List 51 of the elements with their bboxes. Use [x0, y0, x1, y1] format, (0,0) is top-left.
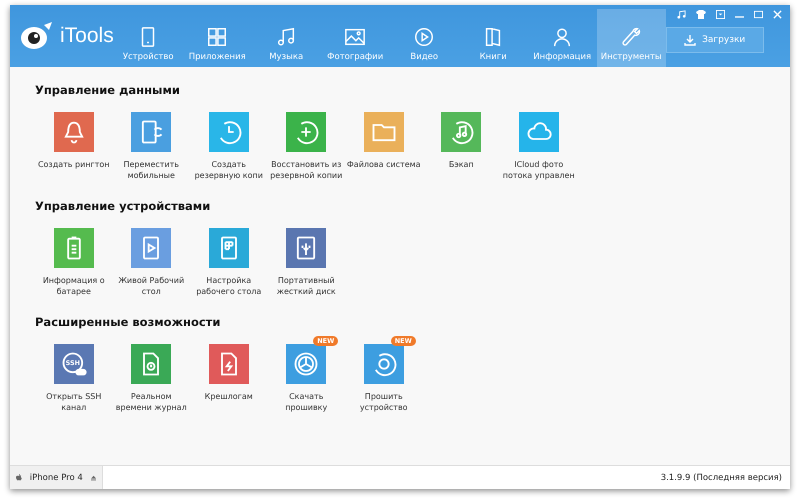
- tool-tile[interactable]: [364, 112, 404, 152]
- tool-tile[interactable]: [208, 228, 249, 268]
- tool-label[interactable]: Крешлогам: [190, 391, 267, 402]
- tool-tile[interactable]: [54, 228, 94, 268]
- tool-tile[interactable]: [131, 228, 172, 268]
- tool-tile[interactable]: [208, 112, 249, 152]
- section-title: Управление данными: [35, 83, 181, 97]
- tool-label[interactable]: Настройка рабочего стола: [190, 275, 267, 297]
- tool-tile[interactable]: [131, 112, 172, 152]
- maximize-icon[interactable]: [754, 10, 763, 18]
- tool-label[interactable]: Создать рингтон: [36, 159, 112, 170]
- tool-label[interactable]: Реальном времени журнал: [113, 391, 190, 413]
- image-icon: [344, 26, 366, 48]
- tool-tile[interactable]: [54, 112, 94, 152]
- tool-tile[interactable]: [441, 112, 482, 152]
- section-title: Управление устройствами: [35, 199, 212, 213]
- tool-tile[interactable]: [131, 344, 172, 384]
- tool-label[interactable]: Живой Рабочий стол: [113, 275, 190, 297]
- tool-tile[interactable]: [286, 112, 326, 152]
- app-name: iTools: [60, 24, 114, 48]
- logo-icon: [18, 21, 54, 51]
- tool-label[interactable]: Переместить мобильные: [113, 159, 190, 181]
- tool-label[interactable]: Портативный жесткий диск: [268, 275, 344, 297]
- device-name: iPhone Pro 4: [30, 472, 83, 482]
- apple-icon: [16, 472, 22, 483]
- tool-tile[interactable]: [286, 228, 326, 268]
- tool-label[interactable]: Прошить устройство: [346, 391, 422, 413]
- tool-tile[interactable]: [208, 344, 249, 384]
- tool-tile[interactable]: [286, 344, 326, 384]
- section-title: Расширенные возможности: [35, 315, 222, 329]
- tool-tile[interactable]: [518, 112, 559, 152]
- tool-label[interactable]: Файлова система: [346, 159, 422, 170]
- download-icon: [684, 34, 696, 46]
- wrench-icon: [620, 26, 642, 48]
- tool-label[interactable]: Бэкап: [423, 159, 500, 170]
- music-note-icon[interactable]: [676, 10, 686, 18]
- grid-icon: [206, 26, 228, 48]
- tool-tile[interactable]: [364, 344, 404, 384]
- dropdown-icon[interactable]: [716, 10, 725, 18]
- tool-label[interactable]: Восстановить из резервной копии: [268, 159, 344, 181]
- version-text: 3.1.9.9 (Последняя версия): [660, 472, 782, 482]
- tool-label[interactable]: ICloud фото потока управлен: [500, 159, 577, 181]
- tool-label[interactable]: Открыть SSH канал: [36, 391, 112, 413]
- tool-label[interactable]: Создать резервную копи: [190, 159, 267, 181]
- tool-label[interactable]: Информация о батарее: [36, 275, 112, 297]
- play-icon: [413, 26, 436, 48]
- eject-icon[interactable]: [90, 474, 96, 482]
- tool-label[interactable]: Скачать прошивку: [268, 391, 344, 413]
- gear-wheel-icon: [292, 350, 320, 378]
- close-icon[interactable]: [772, 10, 782, 18]
- shirt-icon[interactable]: [696, 10, 706, 18]
